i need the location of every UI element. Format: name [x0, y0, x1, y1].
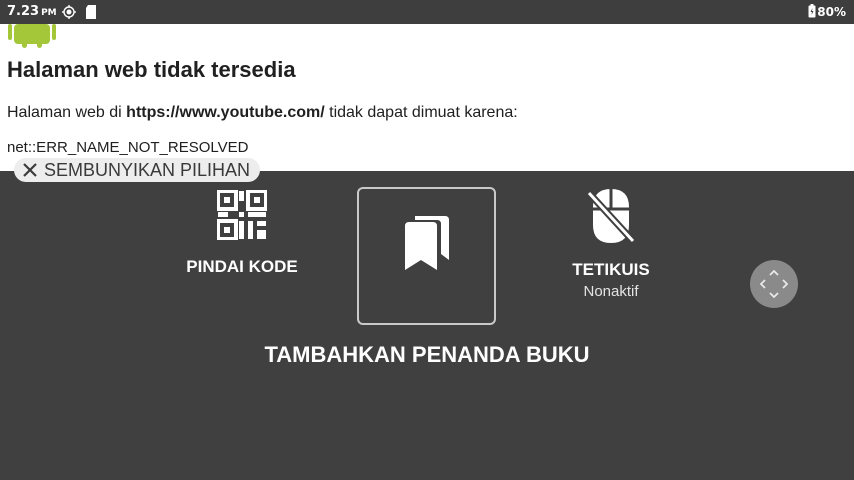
message-suffix: tidak dapat dimuat karena:: [324, 104, 518, 121]
sd-card-icon: [86, 5, 96, 19]
clock-ampm: PM: [41, 8, 57, 18]
clock-time: 7.23: [7, 4, 40, 19]
page-title: Halaman web tidak tersedia: [7, 57, 296, 82]
add-bookmark-button[interactable]: [357, 187, 496, 325]
close-icon: [23, 163, 37, 177]
hide-options-label: SEMBUNYIKAN PILIHAN: [44, 159, 251, 180]
scan-code-label: PINDAI KODE: [186, 257, 298, 276]
mouse-toggle-button[interactable]: TETIKUIS Nonaktif: [560, 187, 662, 300]
error-message: Halaman web di https://www.youtube.com/ …: [7, 104, 518, 122]
message-prefix: Halaman web di: [7, 104, 127, 121]
mouse-status: Nonaktif: [583, 283, 639, 300]
webview[interactable]: Halaman web tidak tersedia Halaman web d…: [0, 24, 854, 171]
mouse-label: TETIKUIS: [572, 260, 650, 279]
android-robot-icon: [8, 24, 56, 48]
battery-level: 80%: [817, 5, 846, 19]
add-bookmark-label: TAMBAHKAN PENANDA BUKU: [264, 342, 590, 367]
failed-url: https://www.youtube.com/: [126, 104, 325, 121]
scan-code-button[interactable]: PINDAI KODE: [182, 190, 302, 277]
gps-icon: [62, 5, 76, 19]
mouse-off-icon: [587, 189, 635, 244]
error-code: net::ERR_NAME_NOT_RESOLVED: [7, 139, 249, 156]
hide-options-button[interactable]: SEMBUNYIKAN PILIHAN: [14, 158, 261, 182]
bookmark-icon: [405, 216, 449, 270]
battery-icon: [808, 4, 816, 18]
dpad-button[interactable]: [750, 260, 798, 308]
status-bar: 7.23 PM 80%: [0, 0, 854, 24]
qr-code-icon: [217, 190, 267, 240]
status-time: 7.23 PM: [7, 4, 57, 19]
dpad-icon: [759, 269, 789, 299]
